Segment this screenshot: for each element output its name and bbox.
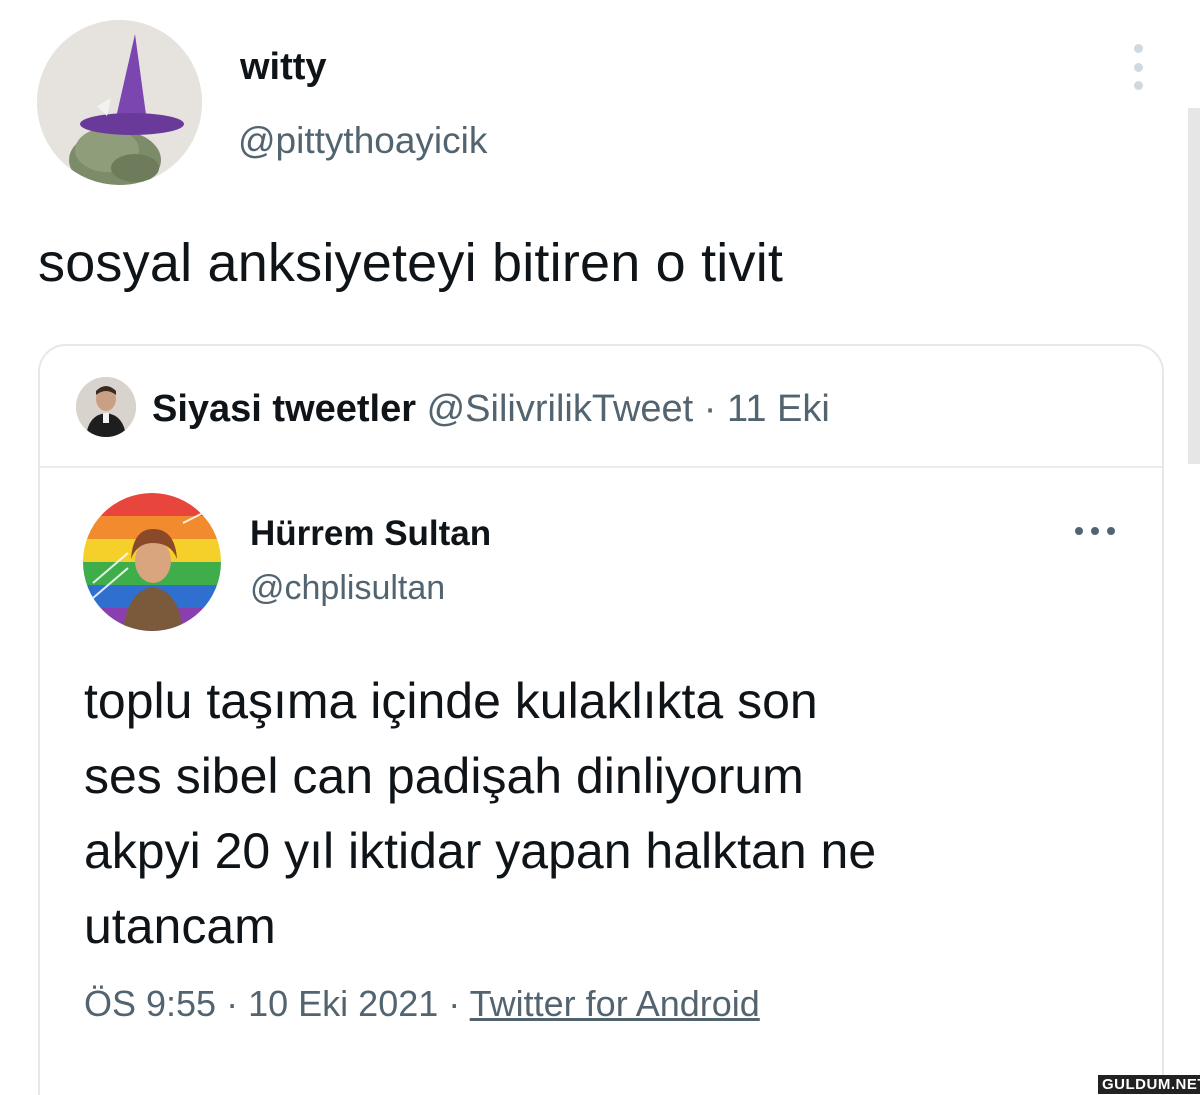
scrollbar[interactable] — [1188, 108, 1200, 464]
tweet-source-link[interactable]: Twitter for Android — [470, 983, 760, 1024]
quoted-author-avatar[interactable] — [76, 377, 136, 437]
tweet-time[interactable]: ÖS 9:55 — [84, 983, 216, 1024]
separator-dot: · — [448, 983, 461, 1024]
quoted-date[interactable]: 11 Eki — [727, 388, 830, 430]
inner-text-line: ses sibel can padişah dinliyorum — [84, 748, 804, 804]
inner-author-avatar[interactable] — [83, 493, 221, 631]
dot — [1133, 81, 1143, 90]
quote-tweet-card[interactable]: Siyasi tweetler @SilivrilikTweet · 11 Ek… — [38, 344, 1164, 1095]
inner-author-handle[interactable]: @chplisultan — [250, 569, 445, 608]
quoted-author-handle[interactable]: @SilivrilikTweet — [427, 388, 694, 430]
tweet-date[interactable]: 10 Eki 2021 — [248, 983, 438, 1024]
more-horizontal-icon[interactable] — [1075, 526, 1115, 536]
quoted-author-name[interactable]: Siyasi tweetler — [152, 388, 416, 430]
rainbow-portrait-avatar-icon — [83, 493, 221, 631]
inner-text-line: toplu taşıma içinde kulaklıkta son — [84, 673, 818, 729]
dot — [1075, 527, 1083, 535]
inner-text-line: akpyi 20 yıl iktidar yapan halktan ne — [84, 823, 877, 879]
inner-tweet-text: toplu taşıma içinde kulaklıkta son ses s… — [84, 664, 1124, 964]
tweet-text: sosyal anksiyeteyi bitiren o tivit — [38, 233, 784, 293]
tweet-meta-footer: ÖS 9:55 · 10 Eki 2021 · Twitter for Andr… — [84, 983, 760, 1025]
dot — [1107, 527, 1115, 535]
embedded-tweet: Hürrem Sultan @chplisultan toplu taşıma … — [40, 466, 1162, 1095]
quote-header: Siyasi tweetler @SilivrilikTweet · 11 Ek… — [40, 346, 1162, 466]
frog-witch-avatar-icon — [37, 20, 202, 185]
screenshot-page: witty @pittythoayicik sosyal anksiyeteyi… — [0, 0, 1200, 1095]
inner-author-name[interactable]: Hürrem Sultan — [250, 514, 491, 554]
person-avatar-icon — [76, 377, 136, 437]
separator-dot: · — [703, 388, 717, 430]
dot — [1133, 44, 1143, 53]
author-handle[interactable]: @pittythoayicik — [238, 120, 487, 162]
dot — [1091, 527, 1099, 535]
dot — [1133, 62, 1143, 72]
watermark: GULDUM.NET — [1098, 1075, 1200, 1094]
separator-dot: · — [226, 983, 239, 1024]
author-avatar[interactable] — [37, 20, 202, 185]
author-name[interactable]: witty — [240, 46, 327, 89]
more-vertical-icon[interactable] — [1128, 44, 1148, 90]
inner-text-line: utancam — [84, 898, 276, 954]
quoted-author-meta: Siyasi tweetler @SilivrilikTweet · 11 Ek… — [152, 388, 830, 431]
